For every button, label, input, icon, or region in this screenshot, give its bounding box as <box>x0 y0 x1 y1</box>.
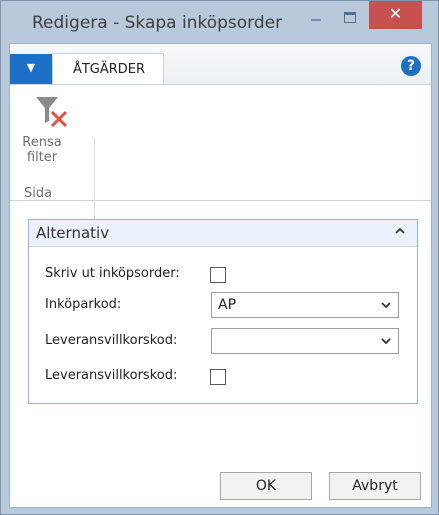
options-panel: Alternativ Skriv ut inköpsorder: Inköpar… <box>28 219 418 404</box>
chevron-up-icon[interactable] <box>395 226 405 236</box>
maximize-button[interactable] <box>337 4 363 31</box>
dialog-window: Redigera - Skapa inköpsorder ✕ ▼ ÅTGÄRDE… <box>0 0 439 515</box>
tab-actions-label: ÅTGÄRDER <box>72 62 146 77</box>
print-order-label: Skriv ut inköpsorder: <box>45 266 180 281</box>
help-icon[interactable]: ? <box>401 56 421 76</box>
chevron-down-icon: ▼ <box>26 61 36 74</box>
ribbon-tab-bar: ▼ ÅTGÄRDER ? <box>10 44 431 85</box>
dialog-content: ▼ ÅTGÄRDER ? Rensa filter Sida Alternativ <box>9 43 432 508</box>
clear-filter-button[interactable]: Rensa filter <box>22 95 82 183</box>
options-panel-header[interactable]: Alternativ <box>29 220 417 247</box>
delivery-terms-label: Leveransvillkorskod: <box>45 333 178 348</box>
purchaser-code-value: AP <box>218 297 237 313</box>
print-order-checkbox[interactable] <box>210 267 226 283</box>
delivery-terms-checkbox[interactable] <box>210 369 226 385</box>
chevron-down-icon <box>381 338 391 345</box>
maximize-icon <box>344 12 356 23</box>
ribbon-group-label: Sida <box>24 186 53 201</box>
ok-button[interactable]: OK <box>220 472 312 500</box>
cancel-button[interactable]: Avbryt <box>329 472 421 500</box>
delivery-terms-select[interactable] <box>211 328 399 354</box>
minimize-icon <box>311 19 321 21</box>
title-bar[interactable]: Redigera - Skapa inköpsorder ✕ <box>1 1 438 43</box>
purchaser-code-label: Inköparkod: <box>45 297 122 312</box>
close-button[interactable]: ✕ <box>369 1 422 29</box>
tab-actions[interactable]: ÅTGÄRDER <box>52 53 164 84</box>
minimize-button[interactable] <box>305 4 327 31</box>
chevron-down-icon <box>381 302 391 309</box>
ribbon-body: Rensa filter <box>10 85 431 237</box>
application-menu-button[interactable]: ▼ <box>10 54 52 84</box>
delivery-terms-checkbox-label: Leveransvillkorskod: <box>45 368 178 383</box>
clear-filter-label: Rensa filter <box>22 135 62 165</box>
purchaser-code-select[interactable]: AP <box>211 292 399 318</box>
options-panel-title: Alternativ <box>36 224 110 242</box>
clear-filter-icon <box>36 97 68 128</box>
window-title: Redigera - Skapa inköpsorder <box>32 13 283 33</box>
close-icon: ✕ <box>388 4 403 23</box>
